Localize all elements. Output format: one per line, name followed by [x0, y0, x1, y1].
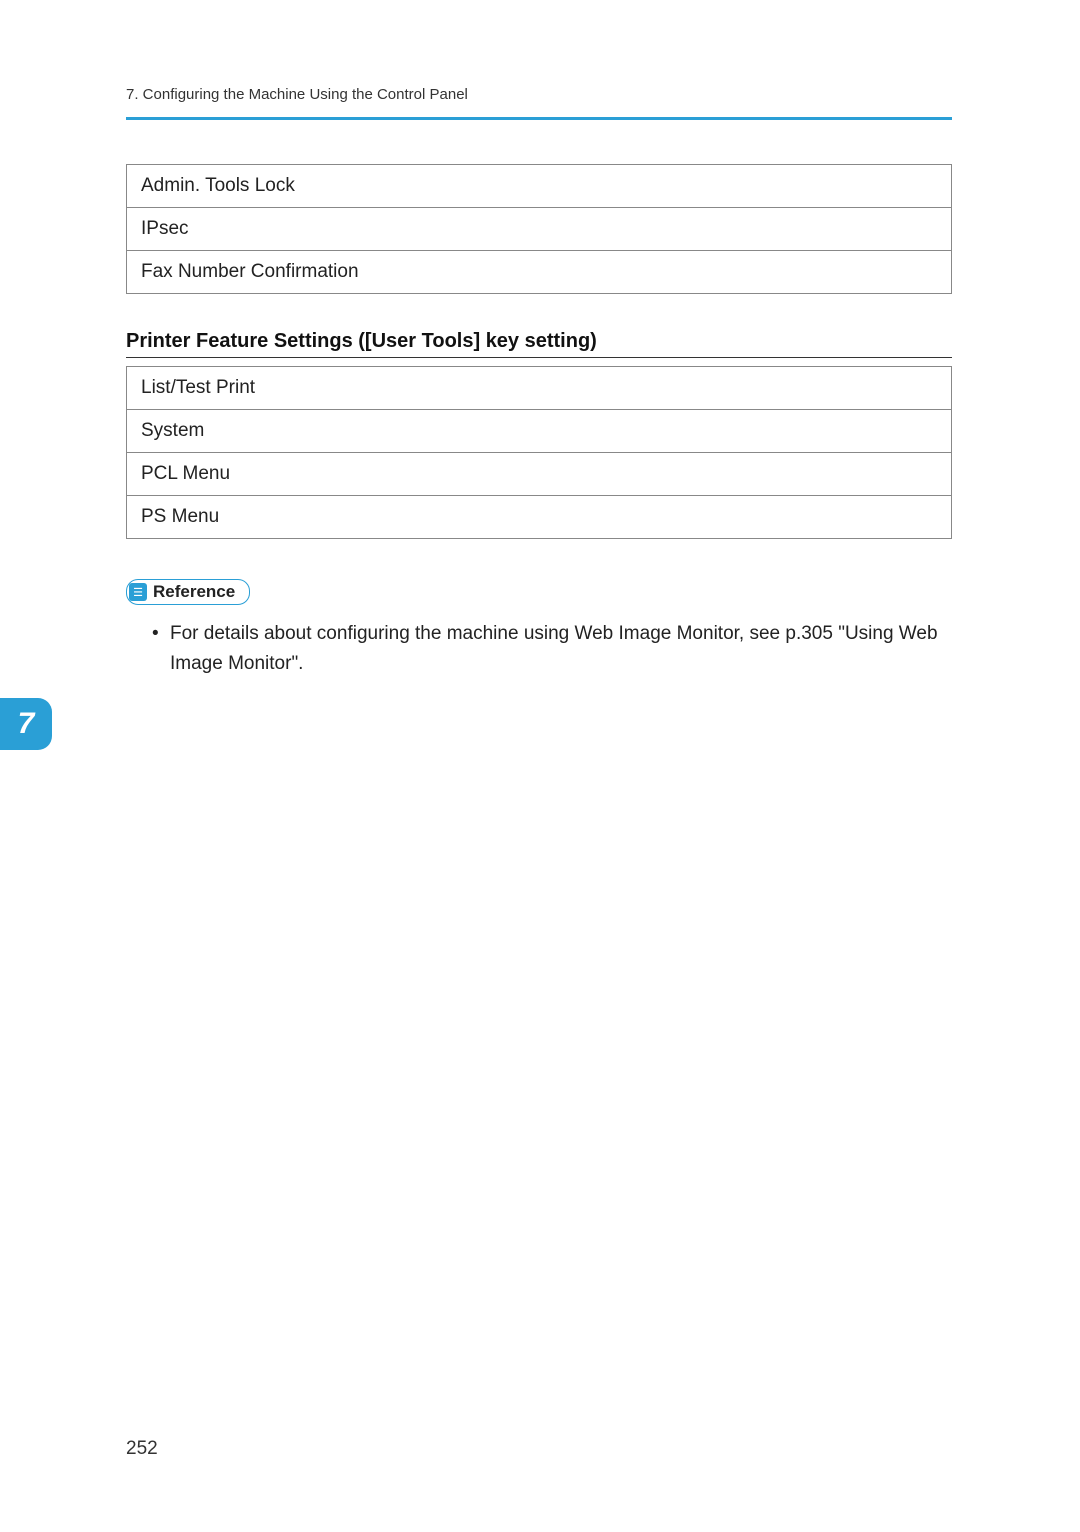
settings-table-2: List/Test Print System PCL Menu PS Menu — [126, 366, 952, 539]
table-cell: PCL Menu — [127, 453, 952, 496]
settings-table-1: Admin. Tools Lock IPsec Fax Number Confi… — [126, 164, 952, 294]
page-number: 252 — [126, 1438, 158, 1460]
table-row: IPsec — [127, 208, 952, 251]
chapter-number: 7 — [18, 707, 35, 741]
chapter-tab: 7 — [0, 698, 52, 750]
table-cell: IPsec — [127, 208, 952, 251]
table-cell: Admin. Tools Lock — [127, 165, 952, 208]
table-cell: PS Menu — [127, 496, 952, 539]
table-row: PCL Menu — [127, 453, 952, 496]
chapter-title: 7. Configuring the Machine Using the Con… — [126, 86, 468, 103]
reference-list: For details about configuring the machin… — [126, 619, 952, 680]
reference-badge: ☰ Reference — [126, 579, 250, 605]
page-header: 7. Configuring the Machine Using the Con… — [126, 86, 952, 120]
table-row: PS Menu — [127, 496, 952, 539]
section-heading: Printer Feature Settings ([User Tools] k… — [126, 330, 952, 358]
table-row: Fax Number Confirmation — [127, 251, 952, 294]
table-row: System — [127, 410, 952, 453]
reference-icon: ☰ — [129, 583, 147, 601]
table-cell: List/Test Print — [127, 367, 952, 410]
table-row: Admin. Tools Lock — [127, 165, 952, 208]
table-cell: Fax Number Confirmation — [127, 251, 952, 294]
table-cell: System — [127, 410, 952, 453]
content-area: Admin. Tools Lock IPsec Fax Number Confi… — [126, 164, 952, 680]
list-item: For details about configuring the machin… — [152, 619, 952, 680]
reference-label: Reference — [153, 582, 235, 602]
table-row: List/Test Print — [127, 367, 952, 410]
